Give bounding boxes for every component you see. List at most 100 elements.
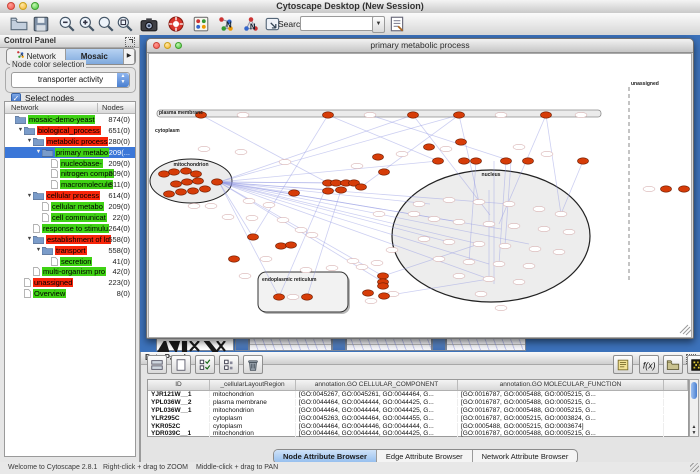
tree-row[interactable]: multi-organism pro42(0) xyxy=(5,266,135,277)
background-window-fragment[interactable] xyxy=(332,338,346,351)
gene-node-label[interactable] xyxy=(495,112,507,117)
gene-node-label[interactable] xyxy=(237,112,249,117)
gene-node[interactable] xyxy=(378,273,389,279)
background-window-fragment[interactable] xyxy=(249,338,332,351)
gene-node[interactable] xyxy=(159,171,170,177)
more-tabs-arrow[interactable]: ▶ xyxy=(124,49,135,64)
gene-node[interactable] xyxy=(356,184,367,190)
expander-icon[interactable]: ▼ xyxy=(26,236,33,242)
gene-node-label[interactable] xyxy=(306,232,318,237)
gene-node-label[interactable] xyxy=(428,216,440,221)
gene-node[interactable] xyxy=(424,144,435,150)
gene-node-label[interactable] xyxy=(453,219,465,224)
scrollbar-thumb[interactable] xyxy=(691,382,697,399)
table-row[interactable]: YDR039C__1mitochondrion[GO:0044464, GO:0… xyxy=(148,430,688,438)
gene-node-label[interactable] xyxy=(279,159,291,164)
background-window-fragment[interactable] xyxy=(432,338,446,351)
gene-node-label[interactable] xyxy=(541,151,553,156)
gene-node[interactable] xyxy=(661,186,672,192)
network-nodes-b-icon[interactable]: N xyxy=(242,15,260,33)
gene-node[interactable] xyxy=(229,256,240,262)
gene-node-label[interactable] xyxy=(418,236,430,241)
gene-node-label[interactable] xyxy=(408,211,420,216)
tree-row[interactable]: ▼establishment of lo558(0) xyxy=(5,234,135,245)
gene-node-label[interactable] xyxy=(287,294,299,299)
gene-node[interactable] xyxy=(471,158,482,164)
gene-node-label[interactable] xyxy=(326,265,338,270)
gene-node-label[interactable] xyxy=(563,229,575,234)
attribute-table-header[interactable]: ID_cellularLayoutRegionannotation.GO CEL… xyxy=(148,380,688,391)
gene-node-label[interactable] xyxy=(347,258,359,263)
gene-node[interactable] xyxy=(188,188,199,194)
select-attributes-icon[interactable] xyxy=(147,355,167,374)
expander-icon[interactable]: ▼ xyxy=(35,247,42,253)
gene-node-label[interactable] xyxy=(453,273,465,278)
gene-node-label[interactable] xyxy=(508,223,520,228)
tree-row[interactable]: ▼primary metabo209(... xyxy=(5,147,135,158)
gene-node[interactable] xyxy=(323,188,334,194)
gene-node-label[interactable] xyxy=(295,227,307,232)
table-row[interactable]: YJR121W__1mitochondrion[GO:0045267, GO:0… xyxy=(148,391,688,399)
snapshot-camera-icon[interactable] xyxy=(140,15,158,33)
gene-node[interactable] xyxy=(289,190,300,196)
background-window-fragment[interactable] xyxy=(346,338,432,351)
gene-node-label[interactable] xyxy=(493,261,505,266)
tree-row[interactable]: ▼biological_process651(0) xyxy=(5,125,135,136)
gene-node[interactable] xyxy=(182,179,193,185)
gene-node-label[interactable] xyxy=(205,203,217,208)
gene-node-label[interactable] xyxy=(246,215,258,220)
tree-row[interactable]: response to stimulu264(0) xyxy=(5,223,135,234)
open-folder-icon[interactable] xyxy=(10,15,28,33)
tree-row[interactable]: secretion41(0) xyxy=(5,256,135,267)
attribute-checklist-icon[interactable] xyxy=(195,355,215,374)
gene-node-label[interactable] xyxy=(433,256,445,261)
gene-node-label[interactable] xyxy=(475,291,487,296)
gene-node-label[interactable] xyxy=(365,298,377,303)
tree-row[interactable]: nucleobase-209(0) xyxy=(5,158,135,169)
scrollbar-arrows[interactable]: ▲▼ xyxy=(690,424,698,436)
gene-node[interactable] xyxy=(302,294,313,300)
gene-node[interactable] xyxy=(373,154,384,160)
gene-node-label[interactable] xyxy=(523,263,535,268)
frame-resize-grip[interactable] xyxy=(680,325,691,335)
search-dropdown-arrow[interactable]: ▼ xyxy=(372,16,385,33)
float-panel-icon[interactable] xyxy=(125,37,135,47)
gene-node[interactable] xyxy=(171,181,182,187)
gene-node-label[interactable] xyxy=(483,221,495,226)
gene-node[interactable] xyxy=(212,179,223,185)
tree-row[interactable]: mosaic-demo-yeast874(0) xyxy=(5,114,135,125)
save-icon[interactable] xyxy=(32,15,50,33)
gene-node-label[interactable] xyxy=(386,247,398,252)
gene-node-label[interactable] xyxy=(553,249,565,254)
gene-node-label[interactable] xyxy=(260,256,272,261)
zoom-fit-icon[interactable] xyxy=(116,15,134,33)
gene-node[interactable] xyxy=(274,294,285,300)
network-nodes-a-icon[interactable]: N xyxy=(217,15,235,33)
table-row[interactable]: YLR295Ccytoplasm[GO:0045263, GO:0044464,… xyxy=(148,414,688,422)
gene-node[interactable] xyxy=(501,158,512,164)
table-row[interactable]: YPL036W__1mitochondrion[GO:0044464, GO:0… xyxy=(148,407,688,415)
window-titlebar[interactable]: Cytoscape Desktop (New Session) xyxy=(0,0,700,14)
gene-node[interactable] xyxy=(523,158,534,164)
background-window-fragment[interactable] xyxy=(156,338,234,351)
tree-row[interactable]: Overview8(0) xyxy=(5,288,135,299)
annotation-notes-icon[interactable] xyxy=(613,355,633,374)
tree-header[interactable]: Network Nodes xyxy=(5,102,135,114)
gene-node[interactable] xyxy=(456,139,467,145)
gene-node-label[interactable] xyxy=(538,226,550,231)
gene-node-label[interactable] xyxy=(188,203,200,208)
window-resize-grip[interactable] xyxy=(690,463,699,472)
tree-row[interactable]: ▼cellular process614(0) xyxy=(5,190,135,201)
tree-row[interactable]: ▼transport558(0) xyxy=(5,245,135,256)
gene-node[interactable] xyxy=(578,158,589,164)
gene-node[interactable] xyxy=(191,171,202,177)
minimize-view-button[interactable] xyxy=(164,42,171,49)
gene-node[interactable] xyxy=(459,158,470,164)
gene-node[interactable] xyxy=(200,186,211,192)
background-window-fragment[interactable] xyxy=(235,338,249,351)
gene-node[interactable] xyxy=(379,293,390,299)
gene-node[interactable] xyxy=(408,112,419,118)
gene-node[interactable] xyxy=(541,112,552,118)
table-scrollbar[interactable]: ▲▼ xyxy=(689,379,699,437)
gene-node-label[interactable] xyxy=(555,211,567,216)
